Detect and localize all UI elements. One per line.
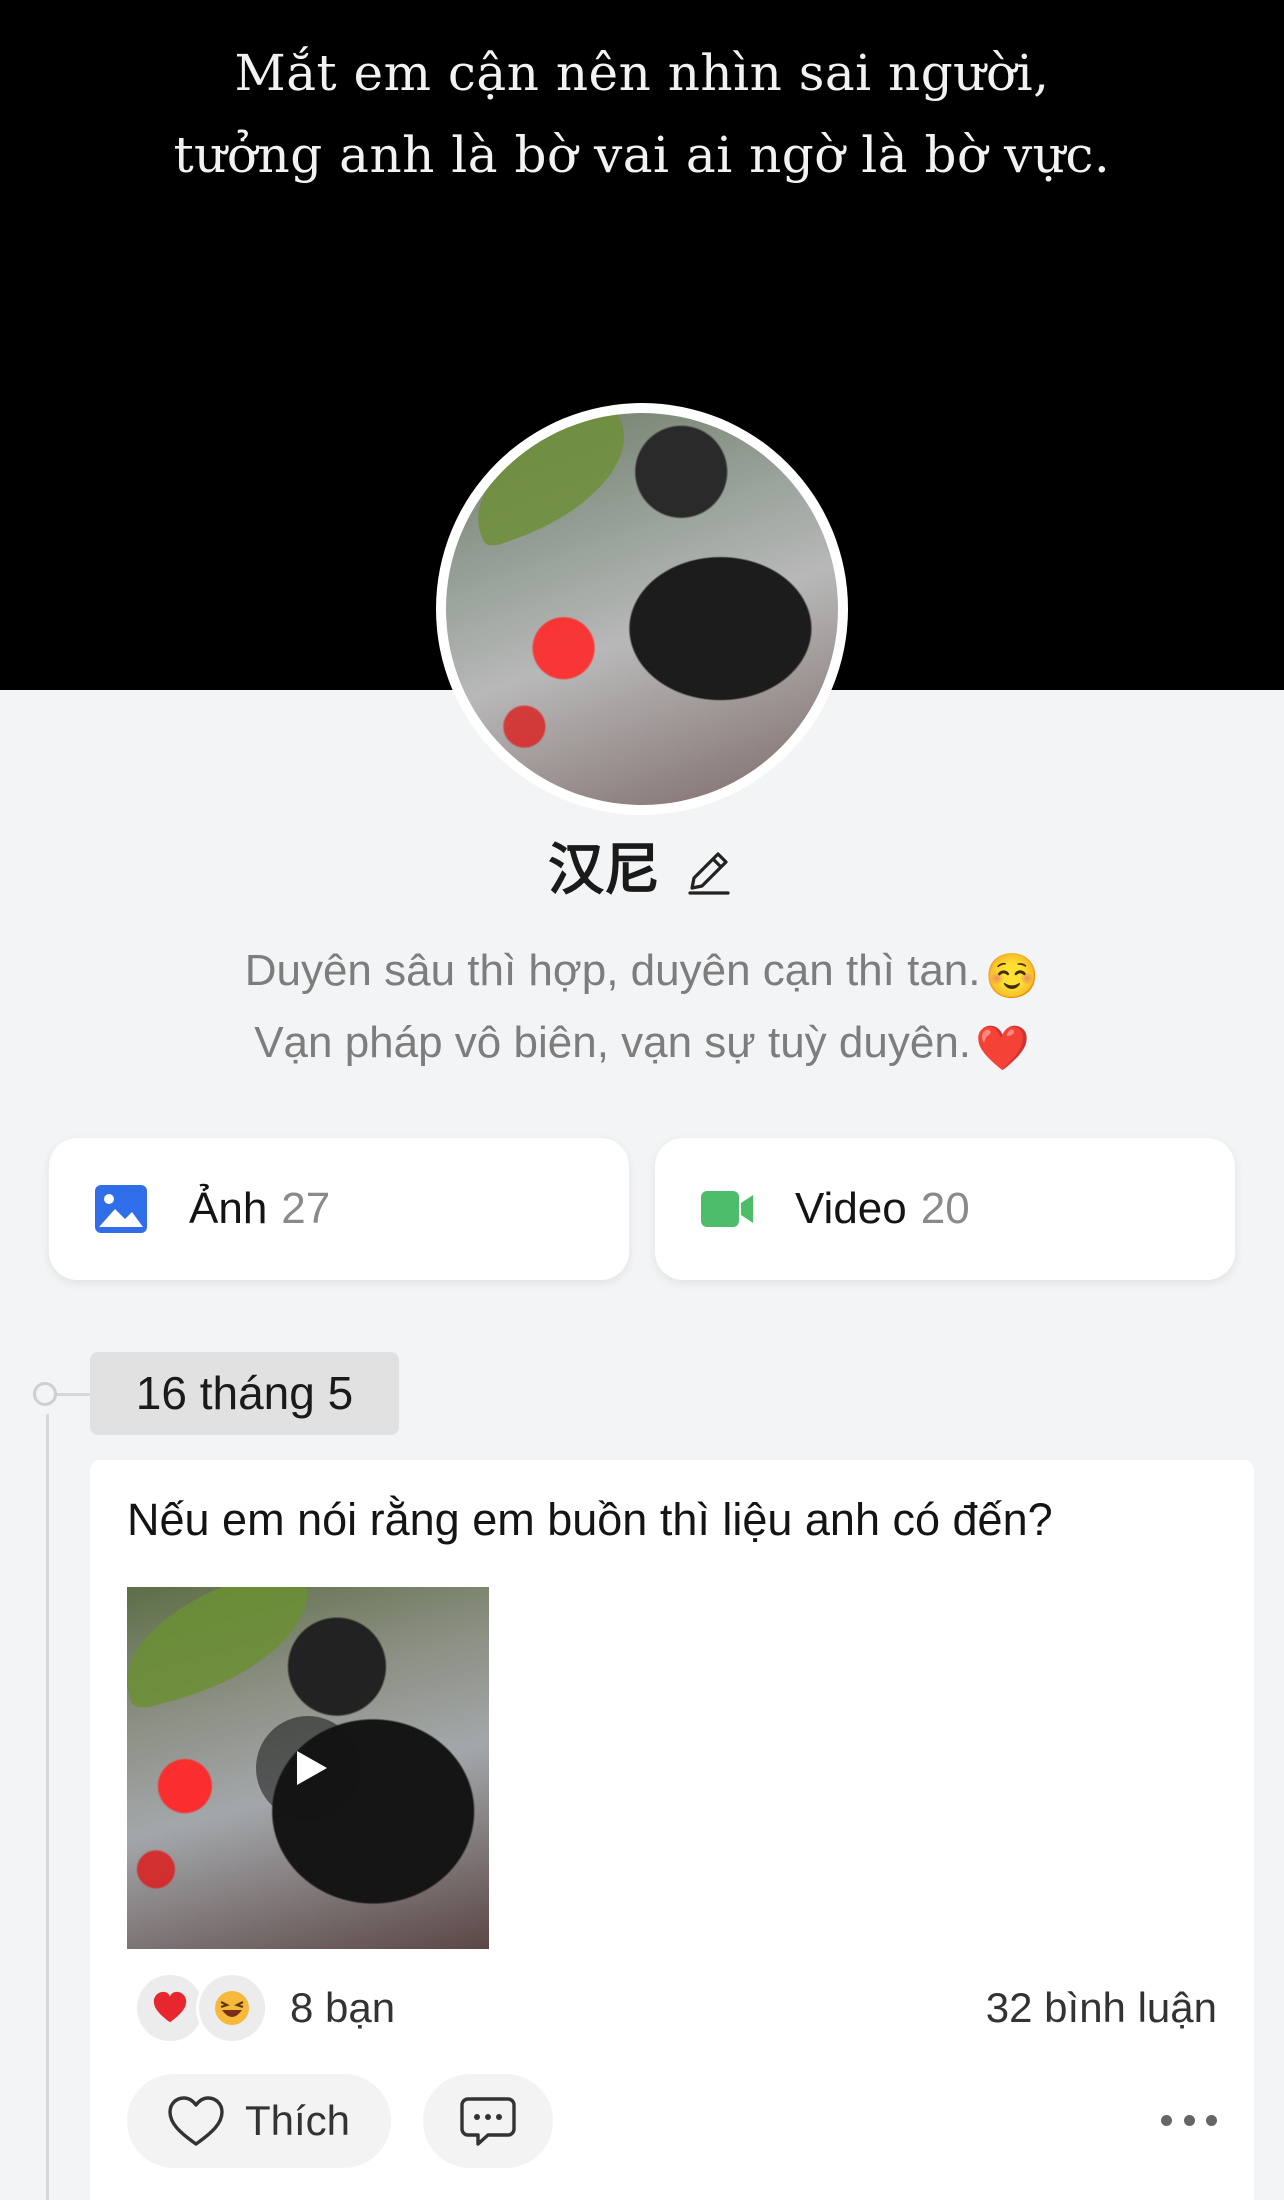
profile-page: Mắt em cận nên nhìn sai người, tưởng anh… <box>0 0 1284 2200</box>
post-card[interactable]: Nếu em nói rằng em buồn thì liệu anh có … <box>90 1460 1254 2200</box>
more-dot <box>1183 2114 1195 2126</box>
post-video-thumbnail[interactable] <box>127 1587 489 1949</box>
heart-outline-icon <box>168 2096 224 2146</box>
videos-count: 20 <box>920 1184 970 1233</box>
like-label: Thích <box>245 2097 351 2144</box>
timeline-date: 16 tháng 5 <box>90 1352 399 1435</box>
comment-button[interactable] <box>423 2074 553 2168</box>
reactions-summary[interactable]: 8 bạn <box>134 1972 395 2044</box>
post-text: Nếu em nói rằng em buồn thì liệu anh có … <box>127 1494 1053 1545</box>
videos-label: Video <box>795 1184 907 1233</box>
profile-bio: Duyên sâu thì hợp, duyên cạn thì tan.☺️ … <box>0 938 1284 1082</box>
profile-name-row: 汉尼 <box>0 836 1284 906</box>
more-options-icon[interactable] <box>1161 2100 1217 2140</box>
more-dot <box>1206 2114 1217 2126</box>
photos-count: 27 <box>281 1184 331 1233</box>
laughing-reaction-icon <box>196 1972 268 2044</box>
edit-icon[interactable] <box>682 844 736 898</box>
bio-line-1-text: Duyên sâu thì hợp, duyên cạn thì tan. <box>244 946 981 995</box>
bio-line-1: Duyên sâu thì hợp, duyên cạn thì tan.☺️ <box>0 938 1284 1010</box>
reactions-count: 8 bạn <box>290 1984 396 2031</box>
video-thumbnail-leaf <box>127 1587 327 1712</box>
photos-label: Ảnh <box>189 1184 268 1233</box>
bio-line-2: Vạn pháp vô biên, vạn sự tuỳ duyên.❤️ <box>0 1010 1284 1082</box>
timeline-line <box>46 1414 49 2200</box>
comment-icon <box>460 2097 516 2146</box>
cover-caption: Mắt em cận nên nhìn sai người, tưởng anh… <box>0 32 1284 196</box>
bio-line-2-text: Vạn pháp vô biên, vạn sự tuỳ duyên. <box>254 1018 972 1067</box>
comments-count[interactable]: 32 bình luận <box>986 1972 1217 2044</box>
photos-button[interactable]: Ảnh 27 <box>49 1138 629 1280</box>
red-heart-emoji: ❤️ <box>975 1024 1030 1073</box>
cover-caption-line-2: tưởng anh là bờ vai ai ngờ là bờ vực. <box>173 126 1111 184</box>
video-camera-icon <box>701 1191 753 1227</box>
videos-button[interactable]: Video 20 <box>655 1138 1235 1280</box>
smiling-face-emoji: ☺️ <box>984 952 1040 1001</box>
more-dot <box>1161 2114 1172 2126</box>
cover-caption-line-1: Mắt em cận nên nhìn sai người, <box>234 44 1050 102</box>
timeline-dot <box>33 1382 57 1406</box>
profile-name: 汉尼 <box>548 838 660 903</box>
like-button[interactable]: Thích <box>127 2074 391 2168</box>
avatar-photo <box>446 413 838 805</box>
play-icon[interactable] <box>256 1716 360 1820</box>
photo-icon <box>95 1185 147 1233</box>
avatar[interactable] <box>436 403 848 815</box>
